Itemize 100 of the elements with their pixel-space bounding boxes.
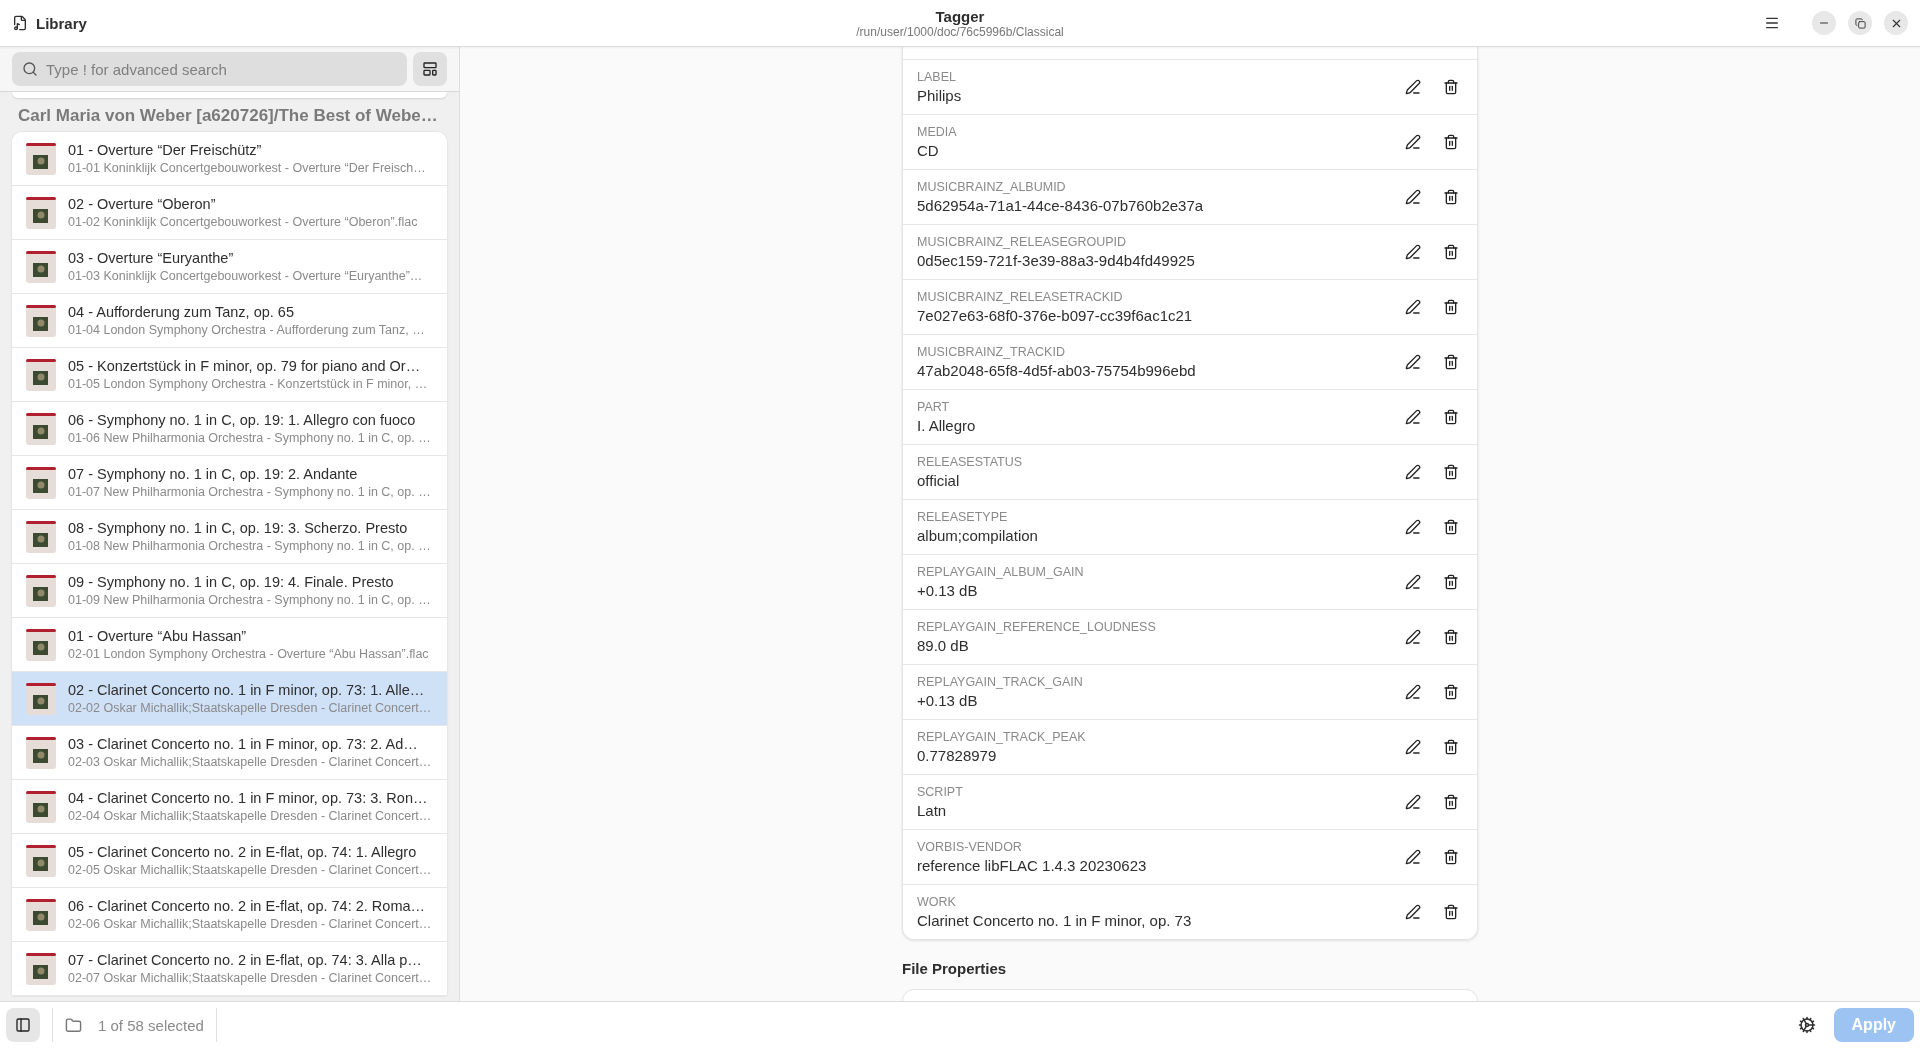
trash-icon: [1443, 904, 1459, 920]
selection-status: 1 of 58 selected: [98, 1016, 204, 1034]
track-title: 07 - Clarinet Concerto no. 2 in E-flat, op. 74: 3. Alla p…: [68, 952, 423, 968]
menu-icon: [1764, 15, 1780, 31]
trash-icon: [1443, 134, 1459, 150]
pencil-icon: [1405, 519, 1421, 535]
track-row[interactable]: 06 - Symphony no. 1 in C, op. 19: 1. Allegro con fuoco 01-06 New Philharmonia Orchestra - Symphony no. 1 in C, op. …: [12, 402, 447, 456]
track-row[interactable]: 01 - Overture “Der Freischütz” 01-01 Koninklijk Concertgebouworkest - Overture “Der Freisch…: [12, 132, 447, 186]
track-filename: 01-08 New Philharmonia Orchestra - Symphony no. 1 in C, op. …: [68, 539, 431, 553]
track-title: 01 - Overture “Der Freischütz”: [68, 142, 263, 158]
tag-value: 7e027e63-68f0-376e-b097-cc39f6ac1c21: [917, 307, 1194, 324]
album-heading: Carl Maria von Weber [a620726]/The Best of Webe…: [17, 105, 439, 127]
tag-name: LABEL: [917, 70, 957, 84]
window-title: Tagger: [935, 7, 985, 25]
track-row[interactable]: 07 - Symphony no. 1 in C, op. 19: 2. Andante 01-07 New Philharmonia Orchestra - Symphony no. 1 in C, op. …: [12, 456, 447, 510]
track-filename: 02-06 Oskar Michallik;Staatskapelle Dresden - Clarinet Concert…: [68, 917, 432, 931]
track-filename: 01-04 London Symphony Orchestra - Aufforderung zum Tanz, …: [68, 323, 425, 337]
track-title: 05 - Konzertstück in F minor, op. 79 for piano and Or…: [68, 358, 422, 374]
album-cover-thumbnail: [26, 196, 56, 229]
tag-name: PART: [917, 400, 951, 414]
track-filename: 02-03 Oskar Michallik;Staatskapelle Dresden - Clarinet Concert…: [68, 755, 432, 769]
tag-name: WORK: [917, 895, 957, 909]
album-cover-thumbnail: [26, 358, 56, 391]
track-row[interactable]: 06 - Clarinet Concerto no. 2 in E-flat, op. 74: 2. Roma… 02-06 Oskar Michallik;Staatskapelle Dresden - Clarinet Concert…: [12, 888, 447, 942]
album-cover-thumbnail: [26, 142, 56, 175]
album-cover-thumbnail: [26, 844, 56, 877]
tag-name: VORBIS-VENDOR: [917, 840, 1023, 854]
track-row[interactable]: 05 - Konzertstück in F minor, op. 79 for piano and Or… 01-05 London Symphony Orchestra - Konzertstück in F minor, …: [12, 348, 447, 402]
track-row[interactable]: 08 - Symphony no. 1 in C, op. 19: 3. Scherzo. Presto 01-08 New Philharmonia Orchestra - Symphony no. 1 in C, op. …: [12, 510, 447, 564]
pencil-icon: [1405, 904, 1421, 920]
track-filename: 02-07 Oskar Michallik;Staatskapelle Dresden - Clarinet Concert…: [68, 971, 432, 985]
tag-name: MUSICBRAINZ_RELEASETRACKID: [917, 290, 1124, 304]
album-cover-thumbnail: [26, 736, 56, 769]
track-row[interactable]: 09 - Symphony no. 1 in C, op. 19: 4. Finale. Presto 01-09 New Philharmonia Orchestra - Symphony no. 1 in C, op. …: [12, 564, 447, 618]
track-row[interactable]: 04 - Clarinet Concerto no. 1 in F minor, op. 73: 3. Ron… 02-04 Oskar Michallik;Staatskapelle Dresden - Clarinet Concert…: [12, 780, 447, 834]
track-filename: 01-06 New Philharmonia Orchestra - Symphony no. 1 in C, op. …: [68, 431, 431, 445]
track-title: 06 - Clarinet Concerto no. 2 in E-flat, op. 74: 2. Roma…: [68, 898, 427, 914]
window-subtitle: /run/user/1000/doc/76c5996b/Classical: [856, 24, 1064, 39]
track-title: 02 - Clarinet Concerto no. 1 in F minor, op. 73: 1. Alle…: [68, 682, 426, 698]
search-icon: [22, 61, 38, 77]
track-row[interactable]: 04 - Aufforderung zum Tanz, op. 65 01-04 London Symphony Orchestra - Aufforderung zum Tanz, …: [12, 294, 447, 348]
settings-icon[interactable]: [1797, 1016, 1816, 1034]
trash-icon: [1443, 409, 1459, 425]
track-filename: 01-03 Koninklijk Concertgebouworkest - Overture “Euryanthe”…: [68, 269, 423, 283]
track-filename: 02-04 Oskar Michallik;Staatskapelle Dresden - Clarinet Concert…: [68, 809, 432, 823]
tag-value: 0d5ec159-721f-3e39-88a3-9d4b4fd49925: [917, 252, 1196, 269]
tag-name: MUSICBRAINZ_TRACKID: [917, 345, 1066, 359]
track-row[interactable]: 01 - Overture “Abu Hassan” 02-01 London Symphony Orchestra - Overture “Abu Hassan”.flac: [12, 618, 447, 672]
trash-icon: [1443, 189, 1459, 205]
sidebar-title: Library: [36, 14, 87, 32]
layout-button[interactable]: [413, 52, 447, 86]
album-cover-thumbnail: [26, 250, 56, 283]
tag-value: +0.13 dB: [917, 582, 979, 599]
search-field[interactable]: Type ! for advanced search: [12, 52, 407, 86]
album-cover-thumbnail: [26, 304, 56, 337]
trash-icon: [1443, 739, 1459, 755]
track-filename: 01-07 New Philharmonia Orchestra - Symphony no. 1 in C, op. …: [68, 485, 431, 499]
album-cover-thumbnail: [26, 790, 56, 823]
pencil-icon: [1405, 244, 1421, 260]
tag-value: album;compilation: [917, 527, 1039, 544]
track-row[interactable]: 02 - Clarinet Concerto no. 1 in F minor, op. 73: 1. Alle… 02-02 Oskar Michallik;Staatskapelle Dresden - Clarinet Concert…: [12, 672, 447, 726]
tag-value: reference libFLAC 1.4.3 20230623: [917, 857, 1148, 874]
tag-name: REPLAYGAIN_REFERENCE_LOUDNESS: [917, 620, 1157, 634]
pencil-icon: [1405, 189, 1421, 205]
tag-value: Latn: [917, 802, 948, 819]
tag-name: RELEASETYPE: [917, 510, 1009, 524]
tag-name: MUSICBRAINZ_ALBUMID: [917, 180, 1067, 194]
library-icon: [12, 15, 28, 31]
track-row[interactable]: 07 - Clarinet Concerto no. 2 in E-flat, op. 74: 3. Alla p… 02-07 Oskar Michallik;Staatskapelle Dresden - Clarinet Concert…: [12, 942, 447, 996]
track-row[interactable]: 05 - Clarinet Concerto no. 2 in E-flat, op. 74: 1. Allegro 02-05 Oskar Michallik;Staatskapelle Dresden - Clarinet Concert…: [12, 834, 447, 888]
track-filename: 02-02 Oskar Michallik;Staatskapelle Dresden - Clarinet Concert…: [68, 701, 432, 715]
tag-name: RELEASESTATUS: [917, 455, 1024, 469]
track-row[interactable]: 02 - Overture “Oberon” 01-02 Koninklijk Concertgebouworkest - Overture “Oberon”.flac: [12, 186, 447, 240]
trash-icon: [1443, 684, 1459, 700]
close-button[interactable]: [1884, 11, 1908, 35]
tag-value: 89.0 dB: [917, 637, 970, 654]
album-cover-thumbnail: [26, 412, 56, 445]
album-cover-thumbnail: [26, 682, 56, 715]
pencil-icon: [1405, 574, 1421, 590]
tag-value: official: [917, 472, 961, 489]
maximize-button[interactable]: [1848, 11, 1872, 35]
minimize-button[interactable]: [1812, 11, 1836, 35]
album-cover-thumbnail: [26, 898, 56, 931]
tag-value: 47ab2048-65f8-4d5f-ab03-75754b996ebd: [917, 362, 1197, 379]
pencil-icon: [1405, 299, 1421, 315]
album-cover-thumbnail: [26, 628, 56, 661]
track-title: 03 - Clarinet Concerto no. 1 in F minor, op. 73: 2. Ad…: [68, 736, 419, 752]
track-row[interactable]: 03 - Clarinet Concerto no. 1 in F minor, op. 73: 2. Ad… 02-03 Oskar Michallik;Staatskapelle Dresden - Clarinet Concert…: [12, 726, 447, 780]
track-row[interactable]: 03 - Overture “Euryanthe” 01-03 Koninklijk Concertgebouworkest - Overture “Euryanthe”…: [12, 240, 447, 294]
track-filename: 02-05 Oskar Michallik;Staatskapelle Dresden - Clarinet Concert…: [68, 863, 432, 877]
tag-name: REPLAYGAIN_ALBUM_GAIN: [917, 565, 1085, 579]
sidebar-toggle-button[interactable]: [6, 1008, 40, 1042]
track-filename: 02-01 London Symphony Orchestra - Overture “Abu Hassan”.flac: [68, 647, 429, 661]
track-filename: 01-01 Koninklijk Concertgebouworkest - Overture “Der Freisch…: [68, 161, 426, 175]
trash-icon: [1443, 354, 1459, 370]
pencil-icon: [1405, 79, 1421, 95]
trash-icon: [1443, 794, 1459, 810]
layout-icon: [422, 61, 438, 77]
tag-value: Philips: [917, 87, 963, 104]
trash-icon: [1443, 519, 1459, 535]
